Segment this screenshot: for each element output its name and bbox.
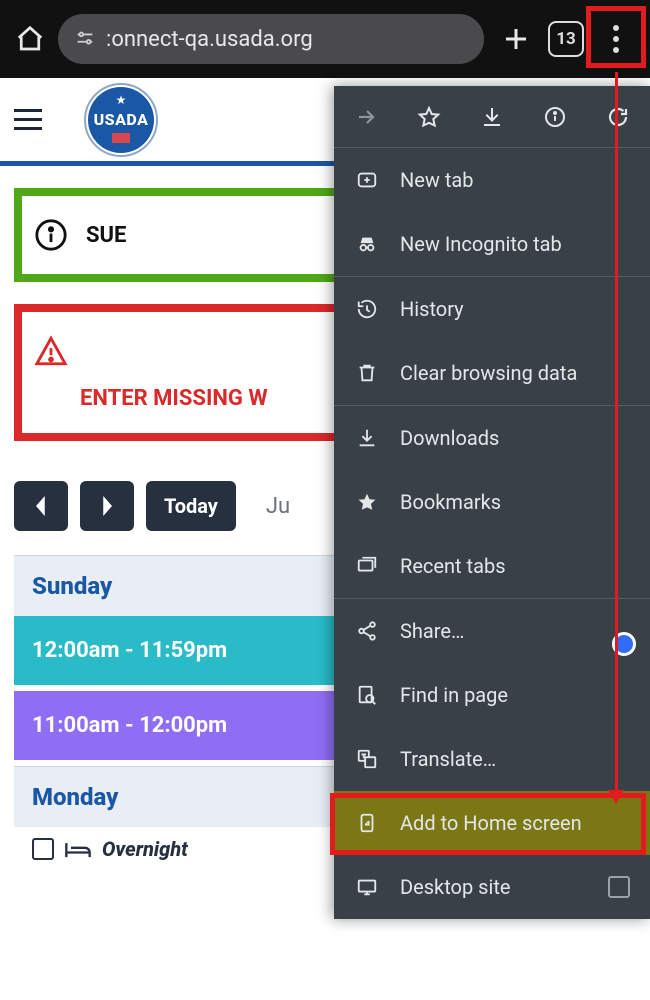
- menu-label: Share…: [400, 619, 464, 643]
- warning-icon: [34, 334, 68, 368]
- menu-label: Recent tabs: [400, 554, 506, 578]
- bookmarks-icon: [354, 491, 380, 513]
- hamburger-icon[interactable]: [14, 109, 42, 130]
- submit-banner-text: SUE: [86, 223, 126, 248]
- month-label: Ju: [266, 494, 290, 519]
- info-icon[interactable]: [542, 105, 568, 129]
- menu-bookmarks[interactable]: Bookmarks: [334, 470, 650, 534]
- url-text: :onnect-qa.usada.org: [106, 27, 313, 52]
- browser-overflow-menu: New tab New Incognito tab History Clear …: [334, 86, 650, 919]
- menu-label: New tab: [400, 168, 474, 192]
- site-settings-icon: [74, 28, 96, 50]
- incognito-icon: [354, 233, 380, 255]
- find-icon: [354, 684, 380, 706]
- tab-count-value: 13: [556, 29, 576, 49]
- download-arrow-icon[interactable]: [479, 105, 505, 129]
- menu-new-tab[interactable]: New tab: [334, 148, 650, 212]
- recent-tabs-icon: [354, 555, 380, 577]
- star-icon[interactable]: [416, 105, 442, 129]
- prev-button[interactable]: [14, 481, 68, 531]
- next-button[interactable]: [80, 481, 134, 531]
- chevron-right-icon: [99, 496, 115, 516]
- today-button[interactable]: Today: [146, 481, 236, 531]
- logo-text: USADA: [94, 110, 149, 129]
- bed-icon: [64, 838, 92, 860]
- star-icon: ★: [116, 93, 127, 107]
- menu-label: Translate…: [400, 747, 496, 771]
- menu-label: History: [400, 297, 464, 321]
- new-tab-icon: [354, 169, 380, 191]
- menu-recent-tabs[interactable]: Recent tabs: [334, 534, 650, 598]
- menu-top-icons: [334, 86, 650, 148]
- trash-icon: [354, 362, 380, 384]
- menu-clear-data[interactable]: Clear browsing data: [334, 341, 650, 405]
- address-bar[interactable]: :onnect-qa.usada.org: [58, 14, 484, 64]
- home-icon[interactable]: [10, 19, 50, 59]
- menu-desktop-site[interactable]: Desktop site: [334, 855, 650, 919]
- desktop-icon: [354, 876, 380, 898]
- menu-find[interactable]: Find in page: [334, 663, 650, 727]
- overflow-menu-icon[interactable]: [592, 15, 640, 63]
- menu-label: Desktop site: [400, 875, 510, 899]
- history-icon: [354, 298, 380, 320]
- menu-label: Downloads: [400, 426, 499, 450]
- logo-bar: [112, 133, 130, 143]
- menu-label: Find in page: [400, 683, 508, 707]
- menu-share[interactable]: Share…: [334, 599, 650, 663]
- missing-banner-text: ENTER MISSING W: [34, 386, 268, 411]
- tab-switcher[interactable]: 13: [548, 21, 584, 57]
- translate-icon: [354, 748, 380, 770]
- add-home-icon: [354, 812, 380, 834]
- menu-label: Clear browsing data: [400, 361, 577, 385]
- checkbox[interactable]: [32, 838, 54, 860]
- browser-top-bar: :onnect-qa.usada.org 13: [0, 0, 650, 78]
- tutorial-arrow-head: [608, 790, 624, 804]
- notification-dot: [612, 632, 636, 656]
- menu-downloads[interactable]: Downloads: [334, 406, 650, 470]
- menu-label: Bookmarks: [400, 490, 501, 514]
- overnight-label: Overnight: [102, 837, 188, 861]
- menu-label: New Incognito tab: [400, 232, 562, 256]
- today-label: Today: [164, 494, 218, 518]
- forward-icon[interactable]: [353, 105, 379, 129]
- new-tab-icon[interactable]: [492, 15, 540, 63]
- menu-incognito[interactable]: New Incognito tab: [334, 212, 650, 276]
- usada-logo[interactable]: ★ USADA: [88, 87, 154, 153]
- menu-history[interactable]: History: [334, 277, 650, 341]
- menu-add-home[interactable]: Add to Home screen: [334, 791, 650, 855]
- share-icon: [354, 620, 380, 642]
- chevron-left-icon: [33, 496, 49, 516]
- downloads-icon: [354, 427, 380, 449]
- info-icon: [34, 218, 68, 252]
- desktop-site-checkbox[interactable]: [608, 876, 630, 898]
- reload-icon[interactable]: [605, 105, 631, 129]
- menu-label: Add to Home screen: [400, 811, 582, 835]
- menu-translate[interactable]: Translate…: [334, 727, 650, 791]
